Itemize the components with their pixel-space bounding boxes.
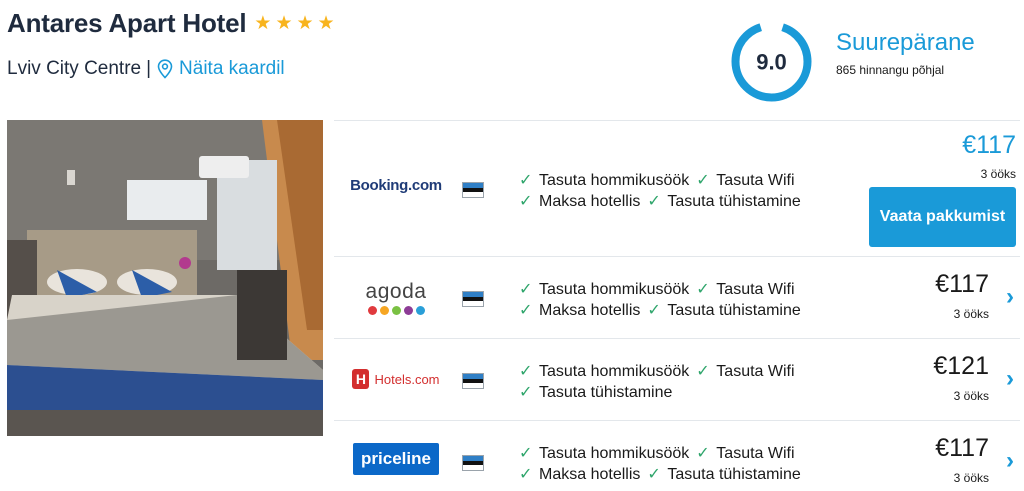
check-icon: ✓ bbox=[696, 445, 710, 462]
booking-logo[interactable]: Booking.com bbox=[342, 177, 450, 194]
check-icon: ✓ bbox=[519, 363, 533, 380]
offer-row-agoda[interactable]: agoda ✓ Tasuta hommikusöök ✓ Tasuta Wifi ✓… bbox=[334, 256, 1020, 338]
check-icon: ✓ bbox=[647, 302, 661, 319]
check-icon: ✓ bbox=[519, 445, 533, 462]
estonian-flag-icon bbox=[462, 373, 484, 389]
map-pin-icon[interactable] bbox=[157, 59, 173, 79]
hotel-photo[interactable] bbox=[7, 120, 323, 436]
rating-count: 865 hinnangu põhjal bbox=[836, 62, 945, 77]
chevron-right-icon[interactable]: › bbox=[1006, 447, 1014, 475]
offer-price[interactable]: €117 bbox=[935, 434, 989, 463]
offer-features: ✓ Tasuta hommikusöök ✓ Tasuta Wifi ✓ Maksa … bbox=[519, 281, 801, 319]
star-icon: ★ bbox=[275, 13, 293, 34]
check-icon: ✓ bbox=[519, 281, 533, 298]
offer-price[interactable]: €117 bbox=[935, 270, 989, 299]
offer-row-booking[interactable]: Booking.com ✓ Tasuta hommikusöök ✓ Tasuta … bbox=[334, 120, 1020, 256]
hotel-title-row: Antares Apart Hotel ★ ★ ★ ★ bbox=[7, 8, 335, 39]
nights-label: 3 ööks bbox=[953, 307, 989, 321]
estonian-flag-icon bbox=[462, 291, 484, 307]
check-icon: ✓ bbox=[647, 193, 661, 210]
show-on-map-link[interactable]: Näita kaardil bbox=[179, 58, 285, 80]
location-separator: | bbox=[146, 58, 152, 79]
check-icon: ✓ bbox=[519, 193, 533, 210]
priceline-logo[interactable]: priceline bbox=[342, 443, 450, 475]
estonian-flag-icon bbox=[462, 455, 484, 471]
offer-row-hotels[interactable]: H Hotels.com ✓ Tasuta hommikusöök ✓ Tasuta… bbox=[334, 338, 1020, 420]
offer-price[interactable]: €121 bbox=[933, 352, 989, 381]
hotels-com-logo[interactable]: H Hotels.com bbox=[342, 369, 450, 389]
offer-list: Booking.com ✓ Tasuta hommikusöök ✓ Tasuta … bbox=[334, 120, 1020, 491]
check-icon: ✓ bbox=[647, 466, 661, 483]
star-rating: ★ ★ ★ ★ bbox=[254, 14, 334, 33]
view-deal-button[interactable]: Vaata pakkumist bbox=[869, 187, 1016, 247]
nights-label: 3 ööks bbox=[980, 167, 1016, 181]
star-icon: ★ bbox=[296, 13, 314, 34]
check-icon: ✓ bbox=[696, 172, 710, 189]
check-icon: ✓ bbox=[696, 281, 710, 298]
agoda-logo[interactable]: agoda bbox=[342, 281, 450, 315]
offer-features: ✓ Tasuta hommikusöök ✓ Tasuta Wifi ✓ Maksa … bbox=[519, 172, 801, 210]
check-icon: ✓ bbox=[519, 302, 533, 319]
check-icon: ✓ bbox=[696, 363, 710, 380]
location-name: Lviv City Centre bbox=[7, 58, 142, 79]
nights-label: 3 ööks bbox=[953, 389, 989, 403]
offer-row-priceline[interactable]: priceline ✓ Tasuta hommikusöök ✓ Tasuta Wi… bbox=[334, 420, 1020, 491]
rating-score: 9.0 bbox=[756, 50, 787, 75]
offer-features: ✓ Tasuta hommikusöök ✓ Tasuta Wifi ✓ Tasuta… bbox=[519, 363, 795, 401]
check-icon: ✓ bbox=[519, 384, 533, 401]
star-icon: ★ bbox=[317, 13, 335, 34]
offer-features: ✓ Tasuta hommikusöök ✓ Tasuta Wifi ✓ Maksa … bbox=[519, 445, 801, 483]
chevron-right-icon[interactable]: › bbox=[1006, 283, 1014, 311]
chevron-right-icon[interactable]: › bbox=[1006, 365, 1014, 393]
hotels-com-h-icon: H bbox=[352, 369, 370, 389]
check-icon: ✓ bbox=[519, 466, 533, 483]
rating-text: Suurepärane 865 hinnangu põhjal bbox=[836, 29, 975, 77]
rating-label: Suurepärane bbox=[836, 28, 975, 56]
star-icon: ★ bbox=[254, 13, 272, 34]
nights-label: 3 ööks bbox=[953, 471, 989, 485]
offer-price[interactable]: €117 bbox=[962, 131, 1016, 160]
estonian-flag-icon bbox=[462, 182, 484, 198]
rating-score-ring: 9.0 bbox=[731, 21, 812, 102]
location-row: Lviv City Centre | Näita kaardil bbox=[7, 58, 285, 80]
agoda-dots-icon bbox=[367, 306, 425, 315]
rating-block[interactable]: 9.0 Suurepärane 865 hinnangu põhjal bbox=[729, 19, 975, 104]
check-icon: ✓ bbox=[519, 172, 533, 189]
hotel-name[interactable]: Antares Apart Hotel bbox=[7, 8, 247, 39]
